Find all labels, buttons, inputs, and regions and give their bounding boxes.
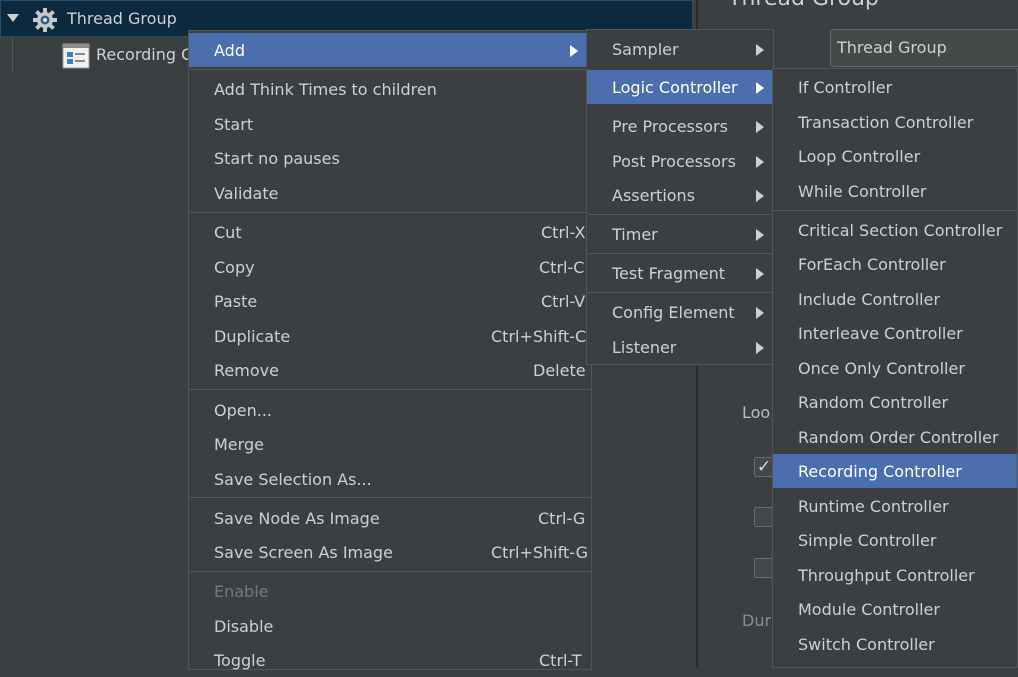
menu-item-paste[interactable]: Paste Ctrl-V xyxy=(189,284,591,318)
menu-item-assertions[interactable]: Assertions xyxy=(587,178,773,212)
menu-item-random-controller[interactable]: Random Controller xyxy=(773,385,1017,419)
tree-node-thread-group[interactable]: Thread Group xyxy=(67,9,177,28)
menu-item-foreach-controller[interactable]: ForEach Controller xyxy=(773,247,1017,281)
menu-item-recording-controller[interactable]: Recording Controller xyxy=(773,454,1017,488)
menu-item-toggle[interactable]: Toggle Ctrl-T xyxy=(189,643,591,677)
menu-item-once-only-controller[interactable]: Once Only Controller xyxy=(773,351,1017,385)
menu-item-open[interactable]: Open... xyxy=(189,393,591,427)
menu-item-transaction-controller[interactable]: Transaction Controller xyxy=(773,105,1017,139)
chevron-right-icon xyxy=(756,307,764,319)
editor-title: Thread Group xyxy=(728,0,879,11)
menu-separator xyxy=(189,497,591,498)
checkbox[interactable] xyxy=(754,507,774,527)
chevron-right-icon xyxy=(756,121,764,133)
menu-item-runtime-controller[interactable]: Runtime Controller xyxy=(773,489,1017,523)
menu-item-cut[interactable]: Cut Ctrl-X xyxy=(189,215,591,249)
menu-item-duplicate[interactable]: Duplicate Ctrl+Shift-C xyxy=(189,319,591,353)
menu-item-logic-controller[interactable]: Logic Controller xyxy=(587,70,773,104)
loop-count-label: Loo xyxy=(742,403,771,422)
menu-separator xyxy=(189,571,591,572)
menu-item-save-screen-image[interactable]: Save Screen As Image Ctrl+Shift-G xyxy=(189,535,591,569)
menu-item-simple-controller[interactable]: Simple Controller xyxy=(773,523,1017,557)
chevron-right-icon xyxy=(756,268,764,280)
menu-separator xyxy=(189,389,591,390)
menu-item-include-controller[interactable]: Include Controller xyxy=(773,282,1017,316)
menu-item-while-controller[interactable]: While Controller xyxy=(773,174,1017,208)
menu-separator xyxy=(587,214,773,215)
add-submenu: Sampler Logic Controller Pre Processors … xyxy=(586,29,774,365)
menu-separator xyxy=(189,212,591,213)
menu-separator xyxy=(587,253,773,254)
tree-expand-icon[interactable] xyxy=(7,14,19,22)
menu-item-save-node-image[interactable]: Save Node As Image Ctrl-G xyxy=(189,501,591,535)
menu-item-timer[interactable]: Timer xyxy=(587,217,773,251)
tree-guide-line xyxy=(12,38,13,72)
chevron-right-icon xyxy=(756,342,764,354)
chevron-right-icon xyxy=(570,45,578,57)
menu-item-add-think-times[interactable]: Add Think Times to children xyxy=(189,72,591,106)
menu-item-start-no-pauses[interactable]: Start no pauses xyxy=(189,141,591,175)
menu-item-post-processors[interactable]: Post Processors xyxy=(587,144,773,178)
chevron-right-icon xyxy=(756,190,764,202)
checkmark-icon: ✓ xyxy=(756,457,772,477)
menu-item-enable[interactable]: Enable xyxy=(189,574,591,608)
checkbox-checked[interactable]: ✓ xyxy=(754,457,774,477)
menu-item-listener[interactable]: Listener xyxy=(587,330,773,364)
menu-separator xyxy=(773,210,1017,211)
menu-item-merge[interactable]: Merge xyxy=(189,427,591,461)
menu-separator xyxy=(189,69,591,70)
logic-controller-submenu: If Controller Transaction Controller Loo… xyxy=(772,68,1018,668)
gear-icon xyxy=(32,7,58,33)
context-menu: Add Add Think Times to children Start St… xyxy=(188,30,592,670)
menu-item-throughput-controller[interactable]: Throughput Controller xyxy=(773,558,1017,592)
menu-item-copy[interactable]: Copy Ctrl-C xyxy=(189,250,591,284)
menu-item-start[interactable]: Start xyxy=(189,107,591,141)
menu-item-loop-controller[interactable]: Loop Controller xyxy=(773,139,1017,173)
menu-item-remove[interactable]: Remove Delete xyxy=(189,353,591,387)
menu-item-test-fragment[interactable]: Test Fragment xyxy=(587,256,773,290)
chevron-right-icon xyxy=(756,229,764,241)
menu-item-switch-controller[interactable]: Switch Controller xyxy=(773,627,1017,661)
document-icon xyxy=(62,43,90,69)
chevron-right-icon xyxy=(756,156,764,168)
menu-item-validate[interactable]: Validate xyxy=(189,176,591,210)
chevron-right-icon xyxy=(756,44,764,56)
menu-item-if-controller[interactable]: If Controller xyxy=(773,70,1017,104)
menu-item-config-element[interactable]: Config Element xyxy=(587,295,773,329)
menu-item-interleave-controller[interactable]: Interleave Controller xyxy=(773,316,1017,350)
tree-node-recording-controller[interactable]: Recording C xyxy=(96,45,192,64)
menu-item-pre-processors[interactable]: Pre Processors xyxy=(587,109,773,143)
menu-item-module-controller[interactable]: Module Controller xyxy=(773,592,1017,626)
menu-item-save-selection[interactable]: Save Selection As... xyxy=(189,462,591,496)
menu-separator xyxy=(587,292,773,293)
menu-item-sampler[interactable]: Sampler xyxy=(587,32,773,66)
chevron-right-icon xyxy=(756,82,764,94)
name-field[interactable]: Thread Group xyxy=(830,29,1018,67)
menu-item-critical-section-controller[interactable]: Critical Section Controller xyxy=(773,213,1017,247)
menu-item-disable[interactable]: Disable xyxy=(189,609,591,643)
menu-item-random-order-controller[interactable]: Random Order Controller xyxy=(773,420,1017,454)
checkbox[interactable] xyxy=(754,558,774,578)
menu-item-add[interactable]: Add xyxy=(189,33,591,67)
